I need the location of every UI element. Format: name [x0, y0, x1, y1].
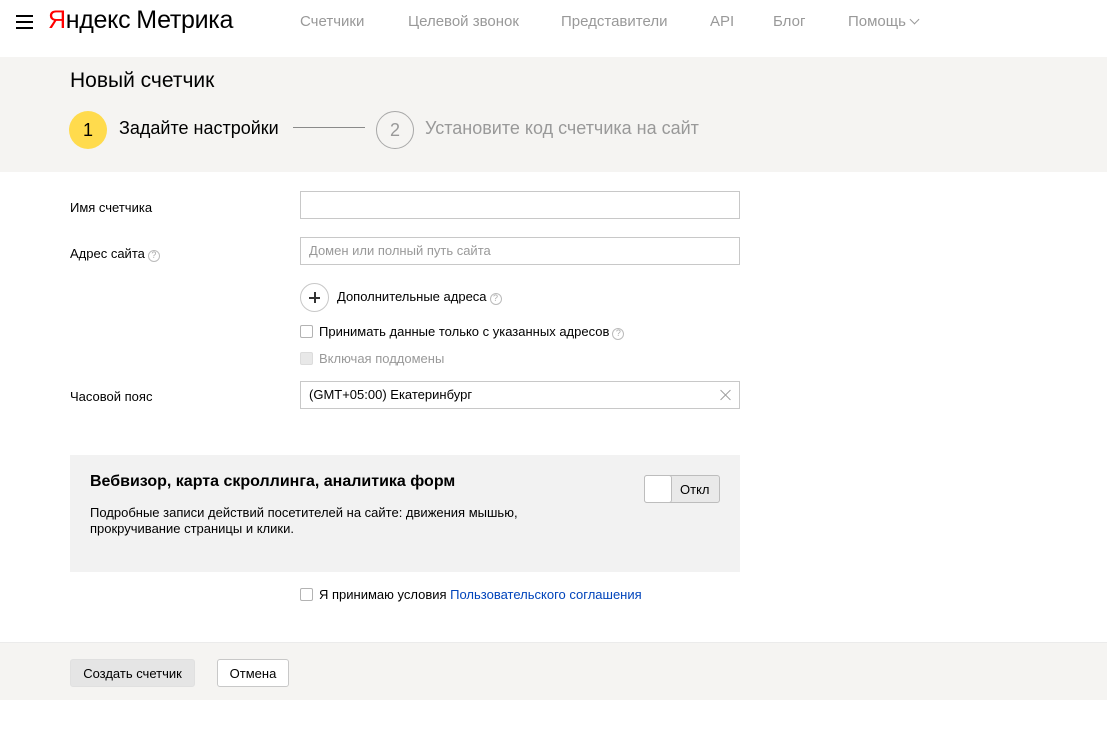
user-agreement-link[interactable]: Пользовательского соглашения: [450, 587, 642, 602]
step-2-indicator: 2: [376, 111, 414, 149]
additional-addresses-link[interactable]: Дополнительные адреса?: [337, 289, 502, 305]
step-1-label: Задайте настройки: [119, 118, 279, 138]
nav-counters[interactable]: Счетчики: [300, 13, 364, 30]
nav-representatives[interactable]: Представители: [561, 13, 667, 30]
nav-help-label: Помощь: [848, 13, 906, 30]
only-listed-addresses-checkbox[interactable]: [300, 325, 313, 338]
site-address-input[interactable]: Домен или полный путь сайта: [300, 237, 740, 265]
webvisor-card: Вебвизор, карта скроллинга, аналитика фо…: [70, 455, 740, 572]
only-listed-addresses-text: Принимать данные только с указанных адре…: [319, 324, 610, 339]
include-subdomains-label: Включая поддомены: [319, 351, 445, 366]
timezone-label: Часовой пояс: [70, 389, 153, 404]
agreement-label: Я принимаю условия Пользовательского сог…: [319, 587, 642, 602]
menu-icon[interactable]: [16, 14, 33, 29]
top-navigation: Яндекс Метрика Счетчики Целевой звонок Пр…: [0, 0, 1107, 57]
agreement-checkbox[interactable]: [300, 588, 313, 601]
cancel-button[interactable]: Отмена: [217, 659, 289, 687]
timezone-select[interactable]: (GMT+05:00) Екатеринбург: [300, 381, 740, 409]
create-counter-button[interactable]: Создать счетчик: [70, 659, 195, 687]
webvisor-toggle[interactable]: Откл: [644, 475, 720, 503]
webvisor-description: Подробные записи действий посетителей на…: [90, 505, 518, 536]
yandex-metrika-logo[interactable]: Яндекс Метрика: [48, 6, 233, 35]
include-subdomains-checkbox: [300, 352, 313, 365]
nav-blog[interactable]: Блог: [773, 13, 805, 30]
site-address-label: Адрес сайта?: [70, 246, 160, 262]
counter-name-input[interactable]: [300, 191, 740, 219]
webvisor-title: Вебвизор, карта скроллинга, аналитика фо…: [90, 473, 456, 490]
help-icon[interactable]: ?: [489, 292, 502, 305]
step-connector: [293, 127, 365, 128]
timezone-value: (GMT+05:00) Екатеринбург: [309, 387, 473, 402]
counter-name-label: Имя счетчика: [70, 200, 153, 215]
additional-addresses-label: Дополнительные адреса: [337, 289, 487, 304]
chevron-down-icon: [909, 14, 920, 25]
agreement-text: Я принимаю условия: [319, 587, 451, 602]
toggle-knob: [644, 475, 672, 503]
page-title: Новый счетчик: [70, 69, 215, 92]
page-header: Новый счетчик 1 Задайте настройки 2 Уста…: [0, 57, 1107, 172]
toggle-label: Откл: [680, 482, 710, 497]
site-address-label-text: Адрес сайта: [70, 246, 145, 261]
nav-target-call[interactable]: Целевой звонок: [408, 13, 519, 30]
step-1-indicator: 1: [69, 111, 107, 149]
help-icon[interactable]: ?: [612, 327, 625, 340]
nav-help[interactable]: Помощь: [848, 13, 920, 30]
clear-icon[interactable]: [720, 389, 732, 401]
footer-actions: Создать счетчик Отмена: [0, 642, 1107, 700]
add-address-button[interactable]: [300, 283, 329, 312]
step-2-label: Установите код счетчика на сайт: [425, 118, 699, 138]
nav-api[interactable]: API: [710, 13, 734, 30]
help-icon[interactable]: ?: [147, 249, 160, 262]
only-listed-addresses-label[interactable]: Принимать данные только с указанных адре…: [319, 324, 625, 340]
